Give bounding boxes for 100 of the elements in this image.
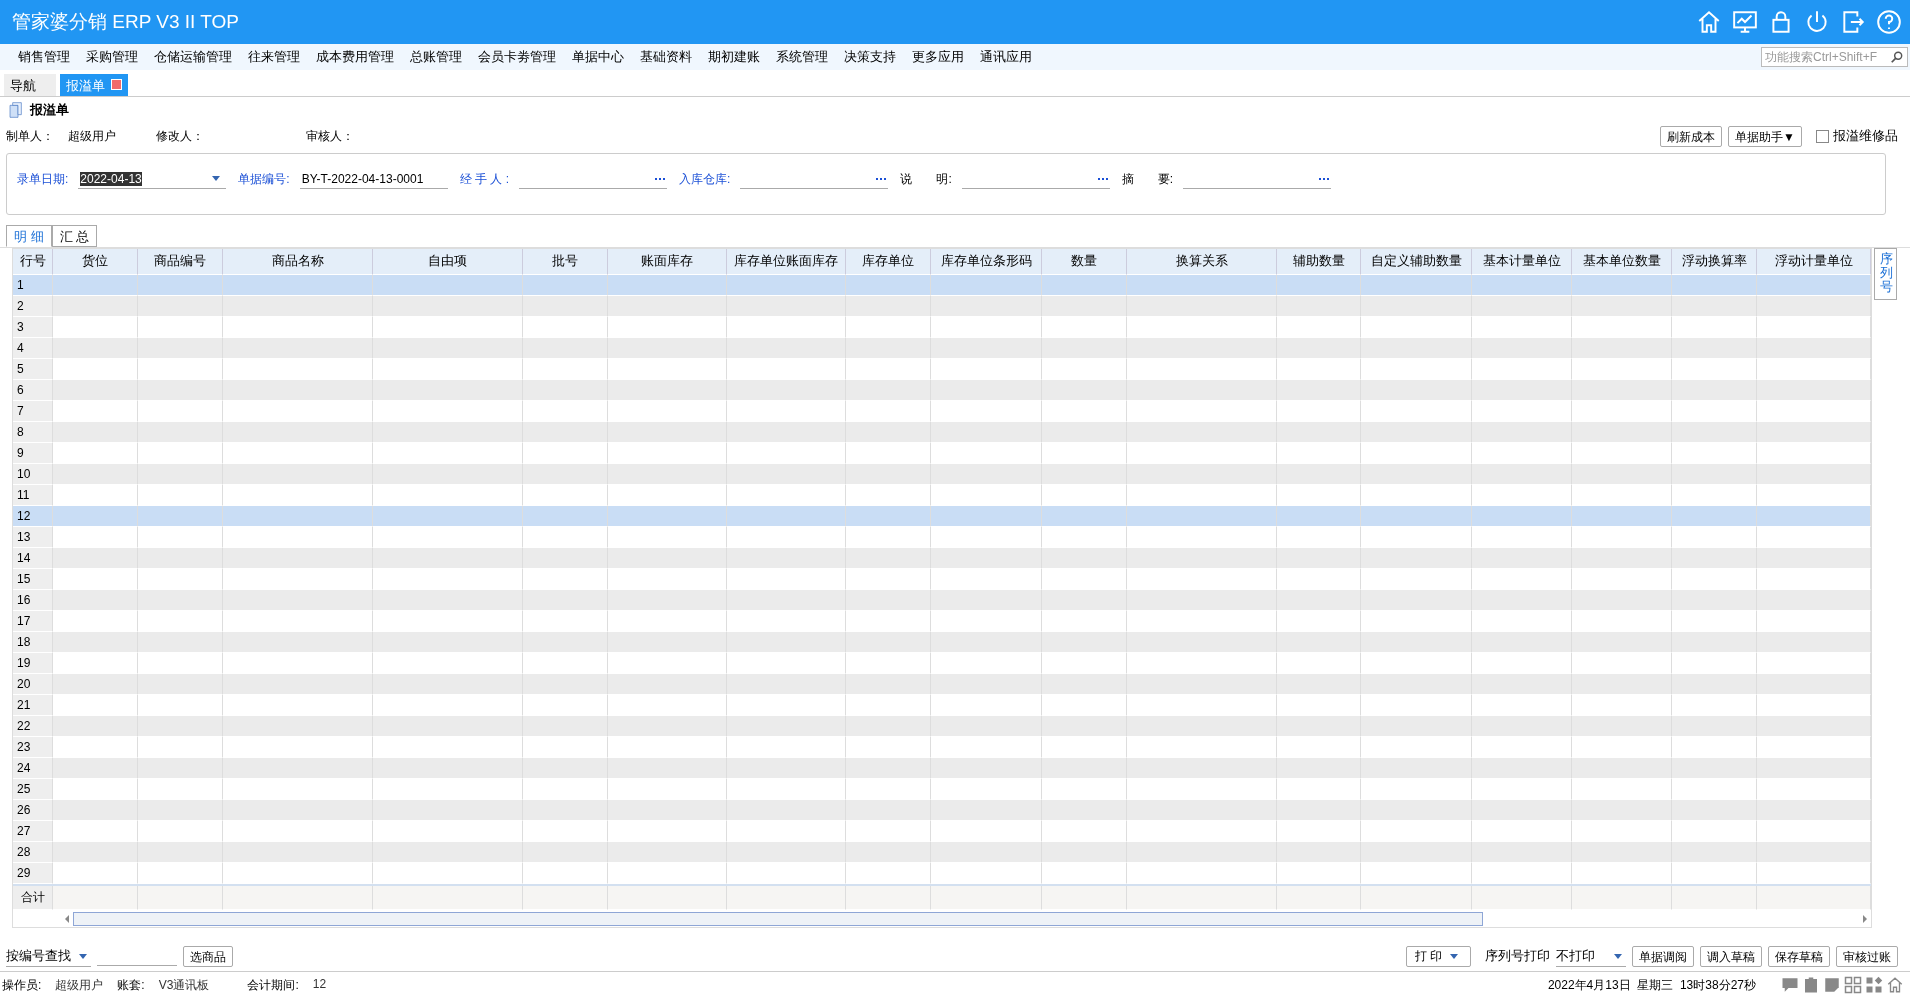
status-label: 操作员: bbox=[2, 976, 42, 994]
table-row[interactable]: 12 bbox=[13, 506, 1871, 527]
more-icon[interactable] bbox=[655, 177, 666, 180]
row-number: 23 bbox=[13, 737, 53, 758]
table-row[interactable]: 7 bbox=[13, 401, 1871, 422]
menu-item[interactable]: 系统管理 bbox=[768, 48, 836, 66]
grid-icon[interactable] bbox=[1844, 976, 1862, 994]
menu-item[interactable]: 更多应用 bbox=[904, 48, 972, 66]
home-icon[interactable] bbox=[1696, 9, 1722, 35]
table-row[interactable]: 2 bbox=[13, 296, 1871, 317]
row-number: 24 bbox=[13, 758, 53, 779]
apps-icon[interactable] bbox=[1865, 976, 1883, 994]
menu-item[interactable]: 期初建账 bbox=[700, 48, 768, 66]
exit-icon[interactable] bbox=[1840, 9, 1866, 35]
checkbox-label: 报溢维修品 bbox=[1833, 127, 1898, 145]
table-row[interactable]: 10 bbox=[13, 464, 1871, 485]
table-row[interactable]: 20 bbox=[13, 674, 1871, 695]
chart-icon[interactable] bbox=[1732, 9, 1758, 35]
field-label: 录单日期: bbox=[17, 170, 69, 188]
toolbar-button[interactable]: 单据助手▼ bbox=[1728, 125, 1802, 147]
table-row[interactable]: 3 bbox=[13, 317, 1871, 338]
menu-item[interactable]: 会员卡劵管理 bbox=[470, 48, 564, 66]
menu-item[interactable]: 销售管理 bbox=[10, 48, 78, 66]
date-time: 2022年4月13日 星期三 13时38分27秒 bbox=[1547, 976, 1756, 994]
table-row[interactable]: 18 bbox=[13, 632, 1871, 653]
tab[interactable]: 明 细 bbox=[6, 225, 52, 247]
table-row[interactable]: 21 bbox=[13, 695, 1871, 716]
row-number: 25 bbox=[13, 779, 53, 800]
table-row[interactable]: 29 bbox=[13, 863, 1871, 884]
menu-item[interactable]: 采购管理 bbox=[78, 48, 146, 66]
field-value: 超级用户 bbox=[68, 127, 116, 145]
row-number: 16 bbox=[13, 590, 53, 611]
row-number: 14 bbox=[13, 548, 53, 569]
menu-item[interactable]: 成本费用管理 bbox=[308, 48, 402, 66]
menu-item[interactable]: 通讯应用 bbox=[972, 48, 1040, 66]
table-row[interactable]: 17 bbox=[13, 611, 1871, 632]
table-row[interactable]: 5 bbox=[13, 359, 1871, 380]
checkbox[interactable] bbox=[1816, 129, 1829, 143]
side-tab[interactable]: 序列号 bbox=[1874, 248, 1897, 300]
row-number: 18 bbox=[13, 632, 53, 653]
clipboard-icon[interactable] bbox=[1802, 976, 1820, 994]
more-icon[interactable] bbox=[876, 177, 887, 180]
table-row[interactable]: 28 bbox=[13, 842, 1871, 863]
table-row[interactable]: 19 bbox=[13, 653, 1871, 674]
input-field[interactable]: 2022-04-13 bbox=[78, 169, 227, 189]
print-button[interactable]: 打 印 bbox=[1405, 946, 1471, 967]
menu-item[interactable]: 往来管理 bbox=[240, 48, 308, 66]
search-field[interactable]: 功能搜索Ctrl+Shift+F bbox=[1761, 47, 1908, 67]
menu-item[interactable]: 仓储运输管理 bbox=[146, 48, 240, 66]
action-button[interactable]: 调入草稿 bbox=[1700, 946, 1762, 967]
table-row[interactable]: 25 bbox=[13, 779, 1871, 800]
search-mode-dropdown[interactable]: 按编号查找 bbox=[6, 946, 91, 967]
menu-item[interactable]: 单据中心 bbox=[564, 48, 632, 66]
table-row[interactable]: 6 bbox=[13, 380, 1871, 401]
power-icon[interactable] bbox=[1804, 9, 1830, 35]
row-number: 3 bbox=[13, 317, 53, 338]
page-tab[interactable]: 导航 bbox=[4, 74, 56, 96]
menu-item[interactable]: 总账管理 bbox=[402, 48, 470, 66]
table-row[interactable]: 9 bbox=[13, 443, 1871, 464]
toolbar-button[interactable]: 刷新成本 bbox=[1660, 125, 1723, 147]
serial-print-dropdown[interactable]: 不打印 bbox=[1556, 946, 1626, 967]
close-icon[interactable] bbox=[111, 79, 122, 90]
table-row[interactable]: 15 bbox=[13, 569, 1871, 590]
search-icon[interactable] bbox=[1890, 50, 1904, 64]
more-icon[interactable] bbox=[1097, 177, 1108, 180]
help-icon[interactable] bbox=[1876, 9, 1902, 35]
table-row[interactable]: 4 bbox=[13, 338, 1871, 359]
table-row[interactable]: 27 bbox=[13, 821, 1871, 842]
row-number: 26 bbox=[13, 800, 53, 821]
chat-icon[interactable] bbox=[1781, 976, 1799, 994]
table-row[interactable]: 23 bbox=[13, 737, 1871, 758]
home-icon[interactable] bbox=[1886, 976, 1904, 994]
action-button[interactable]: 保存草稿 bbox=[1768, 946, 1830, 967]
document-icon[interactable] bbox=[8, 101, 24, 119]
table-row[interactable]: 11 bbox=[13, 485, 1871, 506]
input-field[interactable]: BY-T-2022-04-13-0001 bbox=[299, 169, 448, 189]
menu-item[interactable]: 基础资料 bbox=[632, 48, 700, 66]
action-button[interactable]: 审核过账 bbox=[1836, 946, 1898, 967]
table-row[interactable]: 16 bbox=[13, 590, 1871, 611]
table-row[interactable]: 14 bbox=[13, 548, 1871, 569]
field-label: 摘 要: bbox=[1121, 170, 1174, 188]
table-row[interactable]: 26 bbox=[13, 800, 1871, 821]
row-number: 1 bbox=[13, 275, 53, 296]
caret-icon[interactable] bbox=[212, 176, 221, 181]
action-button[interactable]: 单据调阅 bbox=[1632, 946, 1694, 967]
row-number: 13 bbox=[13, 527, 53, 548]
more-icon[interactable] bbox=[1319, 177, 1330, 180]
row-number: 17 bbox=[13, 611, 53, 632]
table-row[interactable]: 8 bbox=[13, 422, 1871, 443]
table-row[interactable]: 13 bbox=[13, 527, 1871, 548]
table-row[interactable]: 22 bbox=[13, 716, 1871, 737]
tab[interactable]: 汇 总 bbox=[51, 225, 98, 247]
field-label: 单据编号: bbox=[238, 170, 290, 188]
menu-item[interactable]: 决策支持 bbox=[836, 48, 904, 66]
select-goods-button[interactable]: 选商品 bbox=[183, 946, 233, 967]
status-value: 12 bbox=[312, 976, 327, 993]
note-icon[interactable] bbox=[1823, 976, 1841, 994]
row-number: 9 bbox=[13, 443, 53, 464]
table-row[interactable]: 1 bbox=[13, 275, 1871, 296]
table-row[interactable]: 24 bbox=[13, 758, 1871, 779]
